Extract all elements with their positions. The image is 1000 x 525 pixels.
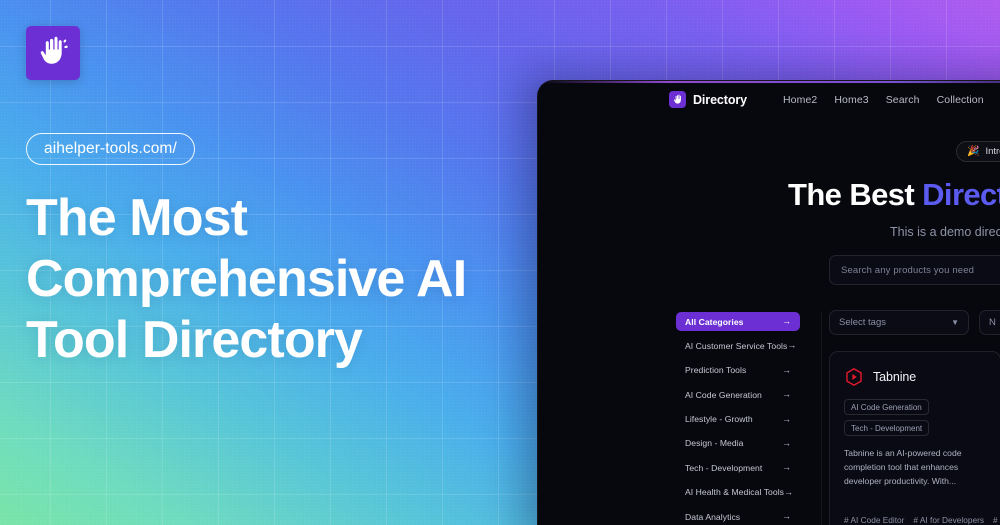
sidebar-item-data-analytics[interactable]: Data Analytics → [676, 507, 800, 525]
search-input[interactable] [841, 264, 1000, 276]
product-tag-tech-development[interactable]: Tech - Development [844, 420, 930, 436]
product-card-title: Tabnine [873, 370, 917, 384]
sidebar-divider [821, 311, 822, 525]
category-sidebar: All Categories → AI Customer Service Too… [676, 312, 800, 525]
waving-hand-icon [669, 91, 686, 108]
tabnine-hexagon-play-icon [844, 367, 864, 387]
sidebar-item-ai-customer-service-tools[interactable]: AI Customer Service Tools → [676, 336, 800, 355]
announcement-badge[interactable]: 🎉 Introd [956, 141, 1000, 162]
hero-title-line-3: Tool Directory [26, 310, 363, 369]
app-preview-panel: Directory Home2 Home3 Search Collection … [537, 80, 1000, 525]
sidebar-item-prediction-tools[interactable]: Prediction Tools → [676, 361, 800, 380]
sidebar-item-label: Lifestyle - Growth [685, 414, 753, 425]
app-navbar: Directory Home2 Home3 Search Collection … [538, 81, 1000, 118]
navbar-brand[interactable]: Directory [669, 91, 747, 108]
product-card-description: Tabnine is an AI-powered code completion… [844, 448, 962, 486]
nav-link-home3[interactable]: Home3 [834, 94, 868, 106]
hero-title-line-2: Comprehensive AI [26, 249, 467, 308]
filter-row: Select tags ▼ N [829, 310, 1000, 335]
hashtag-code-generator[interactable]: # Code Generator [993, 515, 1000, 525]
url-pill: aihelper-tools.com/ [26, 133, 195, 165]
navbar-brand-label: Directory [693, 92, 747, 107]
app-hero-title-prefix: The Best [788, 177, 923, 212]
screenshot-root: aihelper-tools.com/ The Most Comprehensi… [0, 0, 1000, 525]
arrow-right-icon: → [782, 413, 791, 424]
party-popper-icon: 🎉 [967, 145, 980, 157]
hero-panel: aihelper-tools.com/ The Most Comprehensi… [0, 0, 540, 525]
product-card-header: Tabnine [844, 367, 986, 387]
announcement-badge-label: Introd [985, 146, 1000, 157]
sidebar-item-label: AI Health & Medical Tools [685, 487, 785, 498]
app-hero-subtitle: This is a demo directo [890, 225, 1000, 239]
arrow-right-icon: → [782, 462, 791, 473]
url-pill-text: aihelper-tools.com/ [44, 140, 177, 157]
sidebar-item-ai-code-generation[interactable]: AI Code Generation → [676, 385, 800, 404]
nav-link-collection[interactable]: Collection [937, 94, 984, 106]
hashtag-ai-code-editor[interactable]: # AI Code Editor [844, 515, 904, 525]
navbar-links: Home2 Home3 Search Collection Category T… [783, 94, 1000, 106]
sidebar-item-label: Tech - Development [685, 462, 763, 473]
page-title: The Most Comprehensive AI Tool Directory [26, 188, 526, 370]
sidebar-item-tech-development[interactable]: Tech - Development → [676, 458, 800, 477]
waving-hand-icon [26, 26, 80, 80]
product-card-tags: AI Code Generation Tech - Development [844, 399, 986, 436]
sort-order-label: N [989, 317, 996, 328]
product-tag-ai-code-generation[interactable]: AI Code Generation [844, 399, 929, 415]
sidebar-item-label: AI Code Generation [685, 389, 762, 400]
sidebar-item-design-media[interactable]: Design - Media → [676, 434, 800, 453]
arrow-right-icon: → [782, 437, 791, 448]
sidebar-item-label: Prediction Tools [685, 365, 747, 376]
hero-title-line-1: The Most [26, 189, 248, 247]
arrow-right-icon: → [782, 389, 791, 400]
arrow-right-icon: → [787, 340, 797, 351]
arrow-right-icon: → [782, 316, 791, 326]
arrow-right-icon: → [782, 511, 791, 522]
app-hero-title: The Best Director [788, 177, 1000, 213]
sidebar-item-label: Design - Media [685, 438, 744, 449]
sidebar-item-ai-health-medical-tools[interactable]: AI Health & Medical Tools → [676, 483, 800, 502]
arrow-right-icon: → [782, 364, 791, 375]
product-card-hashtags: # AI Code Editor # AI for Developers # Cod… [844, 513, 1000, 525]
arrow-right-icon: → [784, 486, 794, 497]
sort-order-dropdown[interactable]: N [979, 310, 1000, 335]
select-tags-label: Select tags [839, 317, 886, 328]
sidebar-item-all-categories[interactable]: All Categories → [676, 312, 800, 331]
sidebar-item-label: AI Customer Service Tools [685, 340, 788, 351]
sidebar-item-lifestyle-growth[interactable]: Lifestyle - Growth → [676, 410, 800, 429]
nav-link-search[interactable]: Search [886, 94, 920, 106]
search-box[interactable] [829, 255, 1000, 285]
nav-link-home2[interactable]: Home2 [783, 94, 817, 106]
app-hero-title-accent: Director [922, 177, 1000, 212]
hashtag-ai-for-developers[interactable]: # AI for Developers [913, 515, 984, 525]
product-card[interactable]: Tabnine AI Code Generation Tech - Develo… [829, 351, 1000, 525]
chevron-down-icon: ▼ [951, 317, 959, 327]
select-tags-dropdown[interactable]: Select tags ▼ [829, 310, 969, 335]
sidebar-item-label: All Categories [685, 316, 744, 327]
sidebar-item-label: Data Analytics [685, 511, 741, 522]
